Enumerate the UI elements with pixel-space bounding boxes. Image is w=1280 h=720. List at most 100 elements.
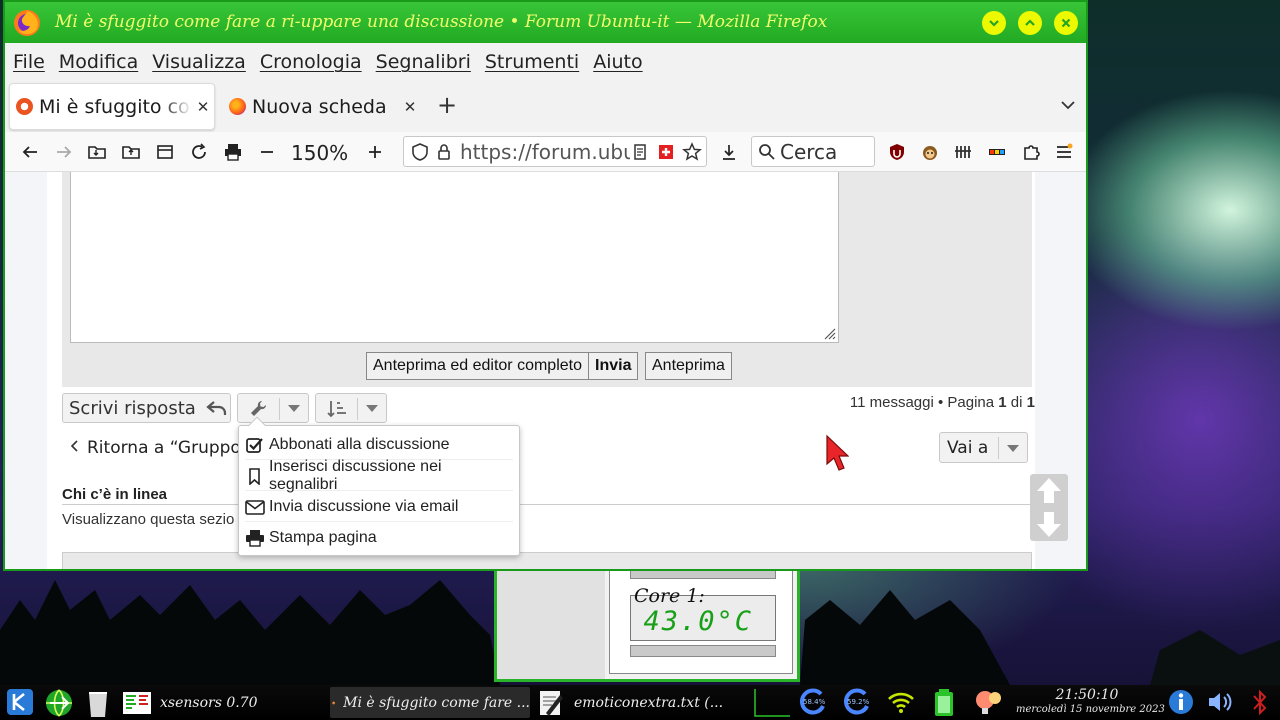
post-reply-label: Scrivi risposta: [69, 397, 196, 419]
menu-file[interactable]: File: [13, 51, 45, 73]
firefox-favicon-icon: [229, 98, 246, 115]
menu-aiuto[interactable]: Aiuto: [593, 51, 642, 73]
divider: [62, 504, 1032, 505]
bookmark-icon: [249, 467, 260, 485]
sort-dropdown[interactable]: [315, 393, 387, 423]
titlebar[interactable]: Mi è sfuggito come fare a ri-uppare una …: [5, 2, 1086, 43]
lock-icon[interactable]: [434, 142, 454, 162]
bluetooth-icon[interactable]: [1250, 689, 1270, 716]
ublock-shield-icon[interactable]: [887, 142, 907, 162]
pagination-of: di: [1010, 394, 1023, 411]
topic-tools-dropdown[interactable]: [237, 393, 309, 423]
video-downloader-icon[interactable]: [987, 142, 1007, 162]
menu-visualizza[interactable]: Visualizza: [152, 51, 246, 73]
url-bar[interactable]: https://forum.ubuntu-it.org: [403, 136, 707, 167]
trash-bin-icon[interactable]: [86, 688, 110, 718]
close-icon: [1061, 18, 1071, 28]
info-icon[interactable]: [1168, 689, 1194, 715]
back-arrow-icon[interactable]: [20, 142, 40, 162]
jump-to-dropdown[interactable]: Vai a: [939, 432, 1028, 463]
tab-new-tab[interactable]: Nuova scheda ✕: [223, 83, 421, 130]
kde-launcher-icon[interactable]: [6, 688, 34, 716]
ubuntu-favicon-icon: [16, 98, 33, 115]
text-editor-icon: [540, 690, 563, 716]
print-icon[interactable]: [223, 142, 243, 162]
maximize-button[interactable]: [1018, 11, 1042, 35]
window-title: Mi è sfuggito come fare a ri-uppare una …: [55, 12, 828, 32]
forward-arrow-icon[interactable]: [54, 142, 74, 162]
reload-icon[interactable]: [189, 142, 209, 162]
tab-list-chevron-icon[interactable]: [1058, 95, 1078, 115]
brightness-bulb-icon[interactable]: [973, 688, 1005, 717]
network-globe-icon[interactable]: [44, 688, 74, 718]
menu-cronologia[interactable]: Cronologia: [260, 51, 362, 73]
open-folder-icon[interactable]: [87, 142, 107, 162]
task-xsensors[interactable]: xsensors 0.70: [122, 687, 322, 718]
zoom-out-icon[interactable]: [257, 142, 277, 162]
hamburger-menu-icon[interactable]: [1054, 142, 1074, 162]
caret-down-icon: [366, 405, 378, 412]
clock-date[interactable]: mercoledì 15 novembre 2023: [1016, 704, 1165, 715]
resize-grip-icon[interactable]: [822, 326, 836, 340]
envelope-icon: [245, 499, 265, 515]
close-button[interactable]: [1054, 11, 1078, 35]
menu-segnalibri[interactable]: Segnalibri: [376, 51, 471, 73]
tab-bar: Mi è sfuggito come fare a ri-uppare una …: [5, 81, 1086, 132]
library-icon[interactable]: [953, 142, 973, 162]
zoom-in-icon[interactable]: [365, 142, 385, 162]
volume-icon[interactable]: [1206, 689, 1234, 715]
topic-tools-menu: Abbonati alla discussione Inserisci disc…: [238, 416, 520, 556]
mouse-pointer-icon: [826, 434, 849, 471]
chevron-left-icon: [70, 440, 78, 452]
core-label: Core 1:: [634, 585, 705, 607]
minimize-button[interactable]: [982, 11, 1006, 35]
cpu-graph-icon: [754, 689, 790, 717]
window-icon[interactable]: [155, 142, 175, 162]
save-folder-icon[interactable]: [121, 142, 141, 162]
bookmark-topic-item[interactable]: Inserisci discussione nei segnalibri: [245, 458, 513, 493]
search-placeholder[interactable]: Cerca: [780, 140, 837, 164]
menu-strumenti[interactable]: Strumenti: [485, 51, 579, 73]
search-bar[interactable]: Cerca: [751, 136, 875, 167]
forum-page: Anteprima ed editor completo Invia Antep…: [47, 172, 1035, 569]
caret-down-icon: [1007, 445, 1019, 452]
swiss-flag-icon[interactable]: [656, 142, 676, 162]
task-text-editor-title: emoticonextra.txt (...: [574, 694, 724, 711]
monkey-extension-icon[interactable]: [920, 142, 940, 162]
chevron-up-icon: [1025, 19, 1035, 26]
zoom-level[interactable]: 150%: [291, 141, 348, 165]
total-pages: 1: [1026, 394, 1035, 411]
extensions-puzzle-icon[interactable]: [1021, 142, 1041, 162]
task-text-editor[interactable]: emoticonextra.txt (...: [538, 687, 743, 718]
caret-down-icon: [288, 405, 300, 412]
shield-icon[interactable]: [410, 142, 430, 162]
preview-button[interactable]: Anteprima: [645, 352, 732, 380]
reply-textarea[interactable]: [70, 172, 839, 343]
wifi-icon[interactable]: [887, 690, 915, 714]
dropdown-separator: [279, 398, 280, 420]
tab-forum-topic[interactable]: Mi è sfuggito come fare a ri-uppare una …: [9, 83, 215, 130]
print-page-item[interactable]: Stampa pagina: [245, 523, 513, 553]
battery-icon[interactable]: [933, 688, 955, 717]
menu-modifica[interactable]: Modifica: [59, 51, 138, 73]
email-topic-item[interactable]: Invia discussione via email: [245, 492, 513, 522]
return-to-forum-link[interactable]: Ritorna a “Gruppo F: [69, 438, 256, 458]
task-firefox[interactable]: Mi è sfuggito come fare ...: [330, 687, 530, 718]
tab-close-icon[interactable]: ✕: [192, 98, 214, 116]
web-content[interactable]: Anteprima ed editor completo Invia Antep…: [5, 172, 1086, 569]
xsensors-window[interactable]: 43.0°C Core 1:: [494, 566, 800, 682]
scroll-to-top-widget[interactable]: [1030, 474, 1068, 541]
url-text[interactable]: https://forum.ubuntu-it.org: [460, 140, 630, 164]
firefox-window[interactable]: Mi è sfuggito come fare a ri-uppare una …: [3, 0, 1088, 571]
submit-button[interactable]: Invia: [588, 352, 639, 380]
post-reply-button[interactable]: Scrivi risposta: [62, 393, 231, 423]
star-bookmark-icon[interactable]: [682, 142, 702, 162]
full-editor-button[interactable]: Anteprima ed editor completo: [366, 352, 589, 380]
subscribe-topic-item[interactable]: Abbonati alla discussione: [245, 430, 513, 460]
task-firefox-title: Mi è sfuggito come fare ...: [343, 694, 530, 711]
tab-close-icon[interactable]: ✕: [399, 98, 421, 116]
new-tab-plus-icon[interactable]: +: [437, 91, 457, 119]
clock-time[interactable]: 21:50:10: [1048, 687, 1126, 703]
downloads-icon[interactable]: [719, 142, 739, 162]
reader-view-icon[interactable]: [630, 142, 650, 162]
